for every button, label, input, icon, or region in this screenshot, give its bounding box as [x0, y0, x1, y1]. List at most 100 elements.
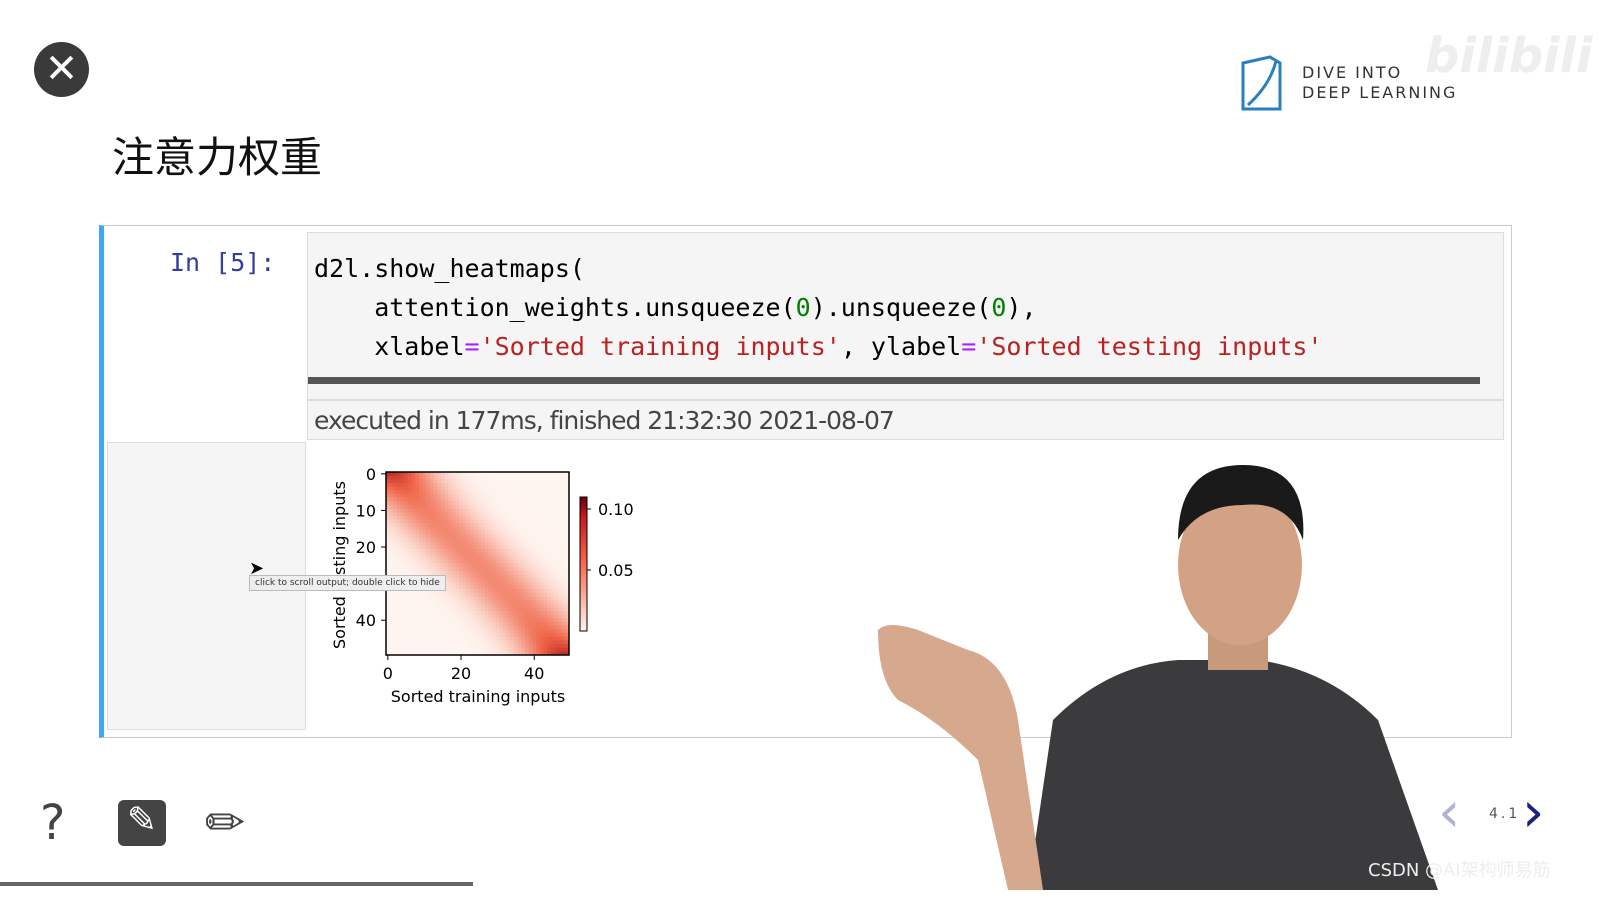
heatmap-cell — [415, 490, 420, 495]
heatmap-cell — [466, 526, 471, 532]
heatmap-cell — [462, 482, 468, 488]
heatmap-cell — [455, 523, 460, 528]
heatmap-cell — [437, 611, 442, 616]
heatmap-cell — [514, 592, 519, 597]
heatmap-cell — [536, 515, 541, 521]
heatmap-cell — [404, 552, 409, 557]
heatmap-cell — [514, 559, 519, 564]
heatmap-cell — [440, 552, 446, 557]
heatmap-cell — [532, 545, 537, 550]
heatmap-cell — [429, 493, 435, 499]
heatmap-cell — [488, 541, 493, 546]
heatmap-cell — [547, 567, 552, 572]
heatmap-cell — [488, 563, 493, 568]
horizontal-scrollbar[interactable] — [308, 377, 1480, 384]
heatmap-cell — [466, 611, 471, 616]
heatmap-cell — [561, 534, 566, 539]
heatmap-cell — [473, 563, 478, 568]
heatmap-cell — [532, 633, 537, 638]
heatmap-cell — [495, 515, 500, 521]
heatmap-cell — [415, 534, 420, 539]
heatmap-cell — [426, 479, 431, 484]
heatmap-cell — [459, 530, 464, 535]
heatmap-cell — [473, 501, 478, 506]
heatmap-cell — [455, 636, 460, 641]
close-button[interactable]: ✕ — [34, 42, 89, 97]
heatmap-cell — [473, 497, 478, 502]
heatmap-cell — [426, 552, 431, 557]
heatmap-cell — [539, 611, 544, 616]
heatmap-cell — [422, 512, 427, 517]
heatmap-cell — [459, 508, 464, 513]
heatmap-cell — [492, 600, 497, 605]
pencil-icon[interactable]: ✏ — [205, 795, 245, 851]
heatmap-cell — [528, 537, 533, 543]
heatmap-cell — [444, 490, 449, 495]
heatmap-cell — [407, 614, 413, 619]
heatmap-cell — [506, 592, 511, 597]
heatmap-cell — [481, 534, 486, 539]
heatmap-cell — [393, 497, 398, 502]
heatmap-cell — [484, 614, 489, 619]
heatmap-cell — [550, 578, 555, 583]
heatmap-cell — [418, 519, 424, 524]
heatmap-cell — [411, 607, 416, 612]
heatmap-cell — [404, 482, 409, 488]
heatmap-cell — [404, 640, 409, 645]
heatmap-cell — [448, 559, 453, 564]
edit-box-icon[interactable]: ✎ — [118, 800, 166, 846]
prev-slide-icon[interactable]: ‹ — [1438, 780, 1460, 845]
heatmap-cell — [543, 592, 548, 597]
heatmap-cell — [433, 530, 438, 535]
code-line: d2l.show_heatmaps( — [314, 254, 585, 283]
heatmap-cell — [389, 603, 394, 608]
heatmap-cell — [539, 629, 544, 634]
heatmap-cell — [393, 647, 398, 652]
heatmap-cell — [532, 614, 537, 619]
heatmap-cell — [536, 556, 541, 561]
heatmap-cell — [459, 482, 464, 488]
heatmap-cell — [536, 548, 541, 554]
heatmap-cell — [426, 530, 431, 535]
heatmap-cell — [492, 567, 497, 572]
heatmap-cell — [393, 541, 398, 546]
heatmap-cell — [492, 534, 497, 539]
heatmap-cell — [521, 618, 526, 623]
d2l-logo: DIVE INTO DEEP LEARNING — [1240, 55, 1457, 111]
slide-title: 注意力权重 — [112, 133, 323, 182]
heatmap-cell — [418, 596, 424, 601]
heatmap-cell — [396, 534, 402, 539]
heatmap-cell — [481, 644, 486, 649]
heatmap-cell — [426, 526, 431, 532]
heatmap-cell — [407, 512, 413, 517]
help-icon[interactable]: ? — [40, 795, 65, 851]
heatmap-cell — [411, 493, 416, 499]
heatmap-cell — [470, 644, 475, 649]
heatmap-cell — [415, 636, 420, 641]
heatmap-cell — [514, 548, 519, 554]
heatmap-cell — [404, 537, 409, 543]
heatmap-cell — [459, 567, 464, 572]
code-editor[interactable]: d2l.show_heatmaps( attention_weights.uns… — [307, 232, 1504, 400]
heatmap-cell — [543, 490, 548, 495]
heatmap-cell — [426, 614, 431, 619]
heatmap-cell — [481, 545, 486, 550]
heatmap-cell — [396, 515, 402, 521]
heatmap-cell — [470, 508, 475, 513]
heatmap-cell — [499, 523, 504, 528]
heatmap-cell — [554, 567, 559, 572]
heatmap-cell — [525, 563, 530, 568]
heatmap-cell — [466, 563, 471, 568]
heatmap-cell — [543, 589, 548, 594]
heatmap-cell — [437, 603, 442, 608]
heatmap-cell — [411, 519, 416, 524]
heatmap-cell — [466, 475, 471, 480]
heatmap-cell — [554, 556, 559, 561]
heatmap-cell — [543, 603, 548, 608]
heatmap-cell — [514, 541, 519, 546]
heatmap-cell — [415, 497, 420, 502]
heatmap-cell — [525, 552, 530, 557]
heatmap-cell — [437, 614, 442, 619]
next-slide-icon[interactable]: › — [1522, 780, 1544, 845]
heatmap-cell — [561, 644, 566, 649]
